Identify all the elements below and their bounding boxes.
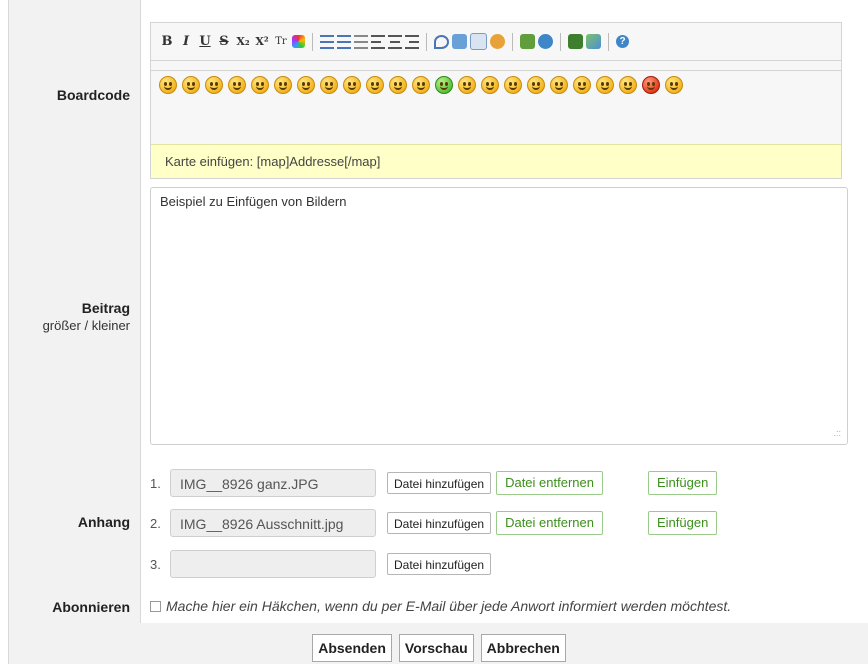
subscribe-checkbox[interactable] [150, 600, 161, 612]
smiley-icon[interactable] [573, 76, 591, 94]
bullet-list-icon[interactable] [320, 34, 334, 49]
smiley-icon[interactable] [251, 76, 269, 94]
beitrag-label-cell: Beitrag größer / kleiner [9, 180, 141, 453]
insert-file-button[interactable]: Einfügen [647, 471, 718, 495]
top-strip [9, 0, 868, 10]
toolbar-divider [312, 32, 313, 51]
add-file-button[interactable]: Datei hinzufügen [387, 472, 492, 494]
align-left-icon[interactable] [371, 34, 385, 49]
anhang-label: Anhang [77, 513, 130, 530]
attachment-filename: IMG__8926 Ausschnitt.jpg [170, 509, 376, 537]
smiley-icon[interactable] [665, 76, 683, 94]
smiley-icon[interactable] [412, 76, 430, 94]
strikethrough-button[interactable]: S [216, 34, 232, 50]
map-icon[interactable] [586, 34, 601, 49]
submit-button[interactable]: Absenden [312, 633, 392, 662]
toolbar-divider [560, 32, 561, 51]
anhang-row: Anhang 1. IMG__8926 ganz.JPG Datei hinzu… [9, 453, 868, 591]
formatting-toolbar: B I U S X₂ X² Tr ? [151, 23, 841, 61]
message-text: Beispiel zu Einfügen von Bildern [160, 194, 347, 209]
beitrag-row: Beitrag größer / kleiner Beispiel zu Ein… [9, 180, 868, 454]
link-icon[interactable] [538, 34, 553, 49]
attachment-number: 3. [150, 556, 161, 572]
attachment-filename: IMG__8926 ganz.JPG [170, 469, 376, 497]
smiley-icon[interactable] [458, 76, 476, 94]
font-size-button[interactable]: Tr [273, 34, 289, 50]
add-file-button[interactable]: Datei hinzufügen [387, 553, 492, 575]
align-center-icon[interactable] [388, 34, 402, 49]
smiley-icon[interactable] [481, 76, 499, 94]
smiley-icon[interactable] [228, 76, 246, 94]
smiley-icon[interactable] [504, 76, 522, 94]
preview-button[interactable]: Vorschau [398, 633, 474, 662]
list-icon[interactable] [354, 34, 368, 49]
insert-file-button[interactable]: Einfügen [647, 511, 718, 535]
abonnieren-label-cell: Abonnieren [9, 590, 141, 623]
subscript-button[interactable]: X₂ [235, 34, 251, 50]
post-form: Boardcode B I U S X₂ X² Tr ? Karte einfü… [8, 0, 868, 664]
smiley-icon[interactable] [274, 76, 292, 94]
remove-file-button[interactable]: Datei entfernen [496, 471, 603, 495]
attachment-row: 2. IMG__8926 Ausschnitt.jpg Datei hinzuf… [150, 508, 718, 538]
attachment-row: 3. Datei hinzufügen [150, 549, 492, 579]
toolbar-spacer [151, 61, 841, 71]
map-hint: Karte einfügen: [map]Addresse[/map] [151, 144, 841, 178]
size-controls[interactable]: größer / kleiner [43, 318, 130, 333]
smiley-icon[interactable] [159, 76, 177, 94]
boardcode-label-cell: Boardcode [9, 10, 141, 180]
bold-button[interactable]: B [159, 34, 175, 50]
boardcode-label: Boardcode [56, 87, 130, 103]
attachment-number: 1. [150, 475, 161, 491]
toolbar-divider [512, 32, 513, 51]
attachment-row: 1. IMG__8926 ganz.JPG Datei hinzufügen D… [150, 468, 718, 498]
smiley-icon[interactable] [343, 76, 361, 94]
smiley-icon[interactable] [389, 76, 407, 94]
smiley-icon[interactable] [527, 76, 545, 94]
quote-icon[interactable] [434, 34, 449, 49]
numbered-list-icon[interactable] [337, 34, 351, 49]
boardcode-row: Boardcode B I U S X₂ X² Tr ? Karte einfü… [9, 10, 868, 181]
smiley-icon[interactable] [550, 76, 568, 94]
user-icon[interactable] [490, 34, 505, 49]
smiley-icon[interactable] [297, 76, 315, 94]
italic-button[interactable]: I [178, 34, 194, 50]
code-icon[interactable] [452, 34, 467, 49]
boardcode-toolbox: B I U S X₂ X² Tr ? Karte einfügen: [map]… [150, 22, 842, 179]
smiley-icon[interactable] [435, 76, 453, 94]
smiley-icon[interactable] [366, 76, 384, 94]
attachment-filename [170, 550, 376, 578]
remove-file-button[interactable]: Datei entfernen [496, 511, 603, 535]
abonnieren-label: Abonnieren [52, 598, 130, 615]
underline-button[interactable]: U [197, 34, 213, 50]
attachment-number: 2. [150, 515, 161, 531]
toolbar-divider [426, 32, 427, 51]
anhang-label-cell: Anhang [9, 453, 141, 590]
smiley-icon[interactable] [596, 76, 614, 94]
table-icon[interactable] [470, 33, 487, 50]
resize-handle-icon[interactable]: .:: [833, 428, 841, 438]
beitrag-label: Beitrag [81, 300, 130, 316]
toolbar-divider [608, 32, 609, 51]
superscript-button[interactable]: X² [254, 34, 270, 50]
subscribe-text: Mache hier ein Häkchen, wenn du per E-Ma… [166, 598, 732, 614]
smiley-icon[interactable] [182, 76, 200, 94]
image-icon[interactable] [520, 34, 535, 49]
align-right-icon[interactable] [405, 34, 419, 49]
smiley-panel [151, 71, 819, 94]
help-icon[interactable]: ? [616, 35, 629, 48]
cancel-button[interactable]: Abbrechen [480, 633, 566, 662]
message-textarea[interactable]: Beispiel zu Einfügen von Bildern .:: [150, 187, 848, 445]
add-file-button[interactable]: Datei hinzufügen [387, 512, 492, 534]
video-icon[interactable] [568, 34, 583, 49]
subscribe-option: Mache hier ein Häkchen, wenn du per E-Ma… [150, 598, 731, 614]
color-palette-icon[interactable] [292, 35, 305, 48]
abonnieren-row: Abonnieren Mache hier ein Häkchen, wenn … [9, 590, 868, 624]
smiley-icon[interactable] [205, 76, 223, 94]
smiley-icon[interactable] [642, 76, 660, 94]
smiley-icon[interactable] [619, 76, 637, 94]
form-actions: Absenden Vorschau Abbrechen [9, 623, 868, 664]
smiley-icon[interactable] [320, 76, 338, 94]
